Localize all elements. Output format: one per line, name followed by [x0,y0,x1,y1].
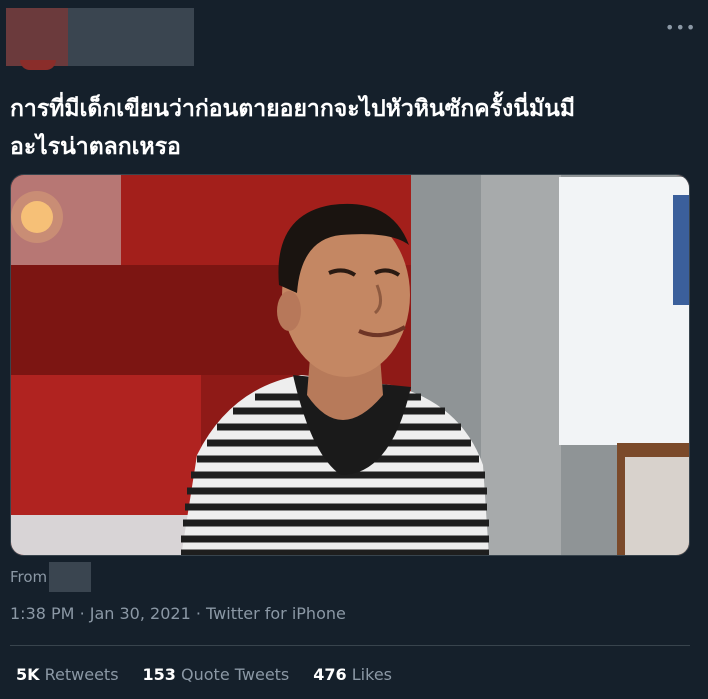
likes-count: 476 [313,665,347,684]
tweet-text: การที่มีเด็กเขียนว่าก่อนตายอยากจะไปหัวหิ… [10,96,576,160]
divider [10,645,690,646]
media-photo [11,175,689,555]
tweet-date[interactable]: Jan 30, 2021 [90,604,191,623]
from-label: From [10,568,48,586]
retweets-stat[interactable]: 5K Retweets [16,665,119,684]
avatar-edge [20,60,56,70]
tweet-card: ••• การที่มีเด็กเขียนว่าก่อนตายอยากจะไปห… [0,0,708,699]
from-attribution: From [10,562,92,592]
engagement-stats: 5K Retweets 153 Quote Tweets 476 Likes [16,665,392,684]
from-account-redacted[interactable] [49,562,92,592]
retweets-label: Retweets [44,665,119,684]
tweet-time[interactable]: 1:38 PM [10,604,74,623]
more-horizontal-icon[interactable]: ••• [665,18,695,38]
user-name-redacted[interactable] [68,8,194,66]
tweet-metadata: 1:38 PM · Jan 30, 2021 · Twitter for iPh… [10,604,346,623]
tweet-source[interactable]: Twitter for iPhone [206,604,346,623]
likes-stat[interactable]: 476 Likes [313,665,392,684]
quote-tweets-label: Quote Tweets [181,665,290,684]
meta-separator: · [195,604,201,623]
likes-label: Likes [351,665,392,684]
retweets-count: 5K [16,665,40,684]
tweet-media-image[interactable] [10,174,690,556]
quote-tweets-stat[interactable]: 153 Quote Tweets [143,665,290,684]
quote-tweets-count: 153 [142,665,176,684]
meta-separator: · [79,604,85,623]
avatar-redacted[interactable] [6,8,68,66]
